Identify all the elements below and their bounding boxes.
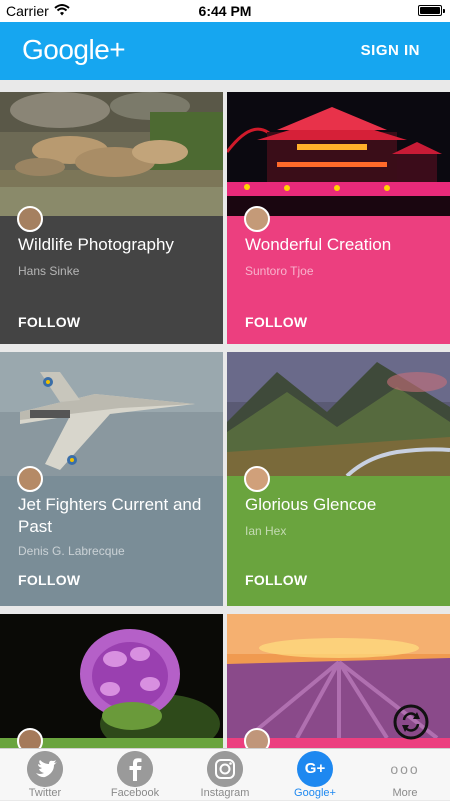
tab-label: Twitter [28, 787, 62, 799]
follow-button[interactable]: FOLLOW [245, 572, 307, 588]
tab-google-plus[interactable]: G+ Google+ [270, 749, 360, 801]
author-avatar [244, 728, 270, 748]
refresh-icon[interactable] [393, 704, 429, 740]
collection-card-wildlife[interactable]: Wildlife Photography Hans Sinke FOLLOW [0, 92, 223, 344]
status-time: 6:44 PM [198, 3, 252, 19]
battery-icon [418, 5, 445, 16]
collection-card-wonderful-creation[interactable]: Wonderful Creation Suntoro Tjoe FOLLOW [227, 92, 450, 344]
follow-button[interactable]: FOLLOW [245, 314, 307, 330]
status-bar: Carrier 6:44 PM [0, 0, 450, 22]
card-author: Suntoro Tjoe [245, 264, 314, 278]
tab-facebook[interactable]: Facebook [90, 749, 180, 801]
tab-instagram[interactable]: Instagram [180, 749, 270, 801]
author-avatar [17, 206, 43, 232]
tab-label: Facebook [110, 787, 160, 799]
card-title: Wonderful Creation [245, 235, 392, 254]
card-title: Glorious Glencoe [245, 495, 377, 514]
author-avatar [244, 206, 270, 232]
card-title: Wildlife Photography [18, 235, 174, 254]
card-image-glencoe [227, 352, 450, 476]
card-image-temple [227, 92, 450, 216]
twitter-icon [27, 751, 63, 787]
author-avatar [17, 466, 43, 492]
card-title: Jet Fighters Current and Past [18, 495, 202, 536]
tab-label: Instagram [200, 787, 250, 799]
collection-card-jet-fighters[interactable]: Jet Fighters Current and Past Denis G. L… [0, 352, 223, 606]
tab-more[interactable]: ooo More [360, 749, 450, 801]
sign-in-button[interactable]: SIGN IN [361, 42, 420, 59]
collection-grid: Wildlife Photography Hans Sinke FOLLOW W… [0, 88, 450, 748]
instagram-icon [207, 751, 243, 787]
follow-button[interactable]: FOLLOW [18, 572, 80, 588]
bottom-tab-bar: Twitter Facebook Instagram G+ Google+ oo… [0, 748, 450, 800]
card-image-lions [0, 92, 223, 216]
google-plus-logo: Google+ [22, 34, 126, 65]
card-image-thistle [0, 614, 223, 738]
tab-label: More [392, 787, 418, 799]
follow-button[interactable]: FOLLOW [18, 314, 80, 330]
collection-card-thistle[interactable] [0, 614, 223, 748]
author-avatar [244, 466, 270, 492]
google-plus-icon: G+ [297, 751, 333, 787]
card-author: Ian Hex [245, 524, 287, 538]
facebook-icon [117, 751, 153, 787]
author-avatar [17, 728, 43, 748]
app-bar: Google+ SIGN IN [0, 22, 450, 80]
more-icon: ooo [390, 761, 420, 777]
collection-card-lavender[interactable] [227, 614, 450, 748]
tab-label: Google+ [294, 787, 336, 799]
card-author: Denis G. Labrecque [18, 544, 125, 558]
tab-twitter[interactable]: Twitter [0, 749, 90, 801]
card-author: Hans Sinke [18, 264, 80, 278]
card-image-jet [0, 352, 223, 476]
collection-card-glorious-glencoe[interactable]: Glorious Glencoe Ian Hex FOLLOW [227, 352, 450, 606]
